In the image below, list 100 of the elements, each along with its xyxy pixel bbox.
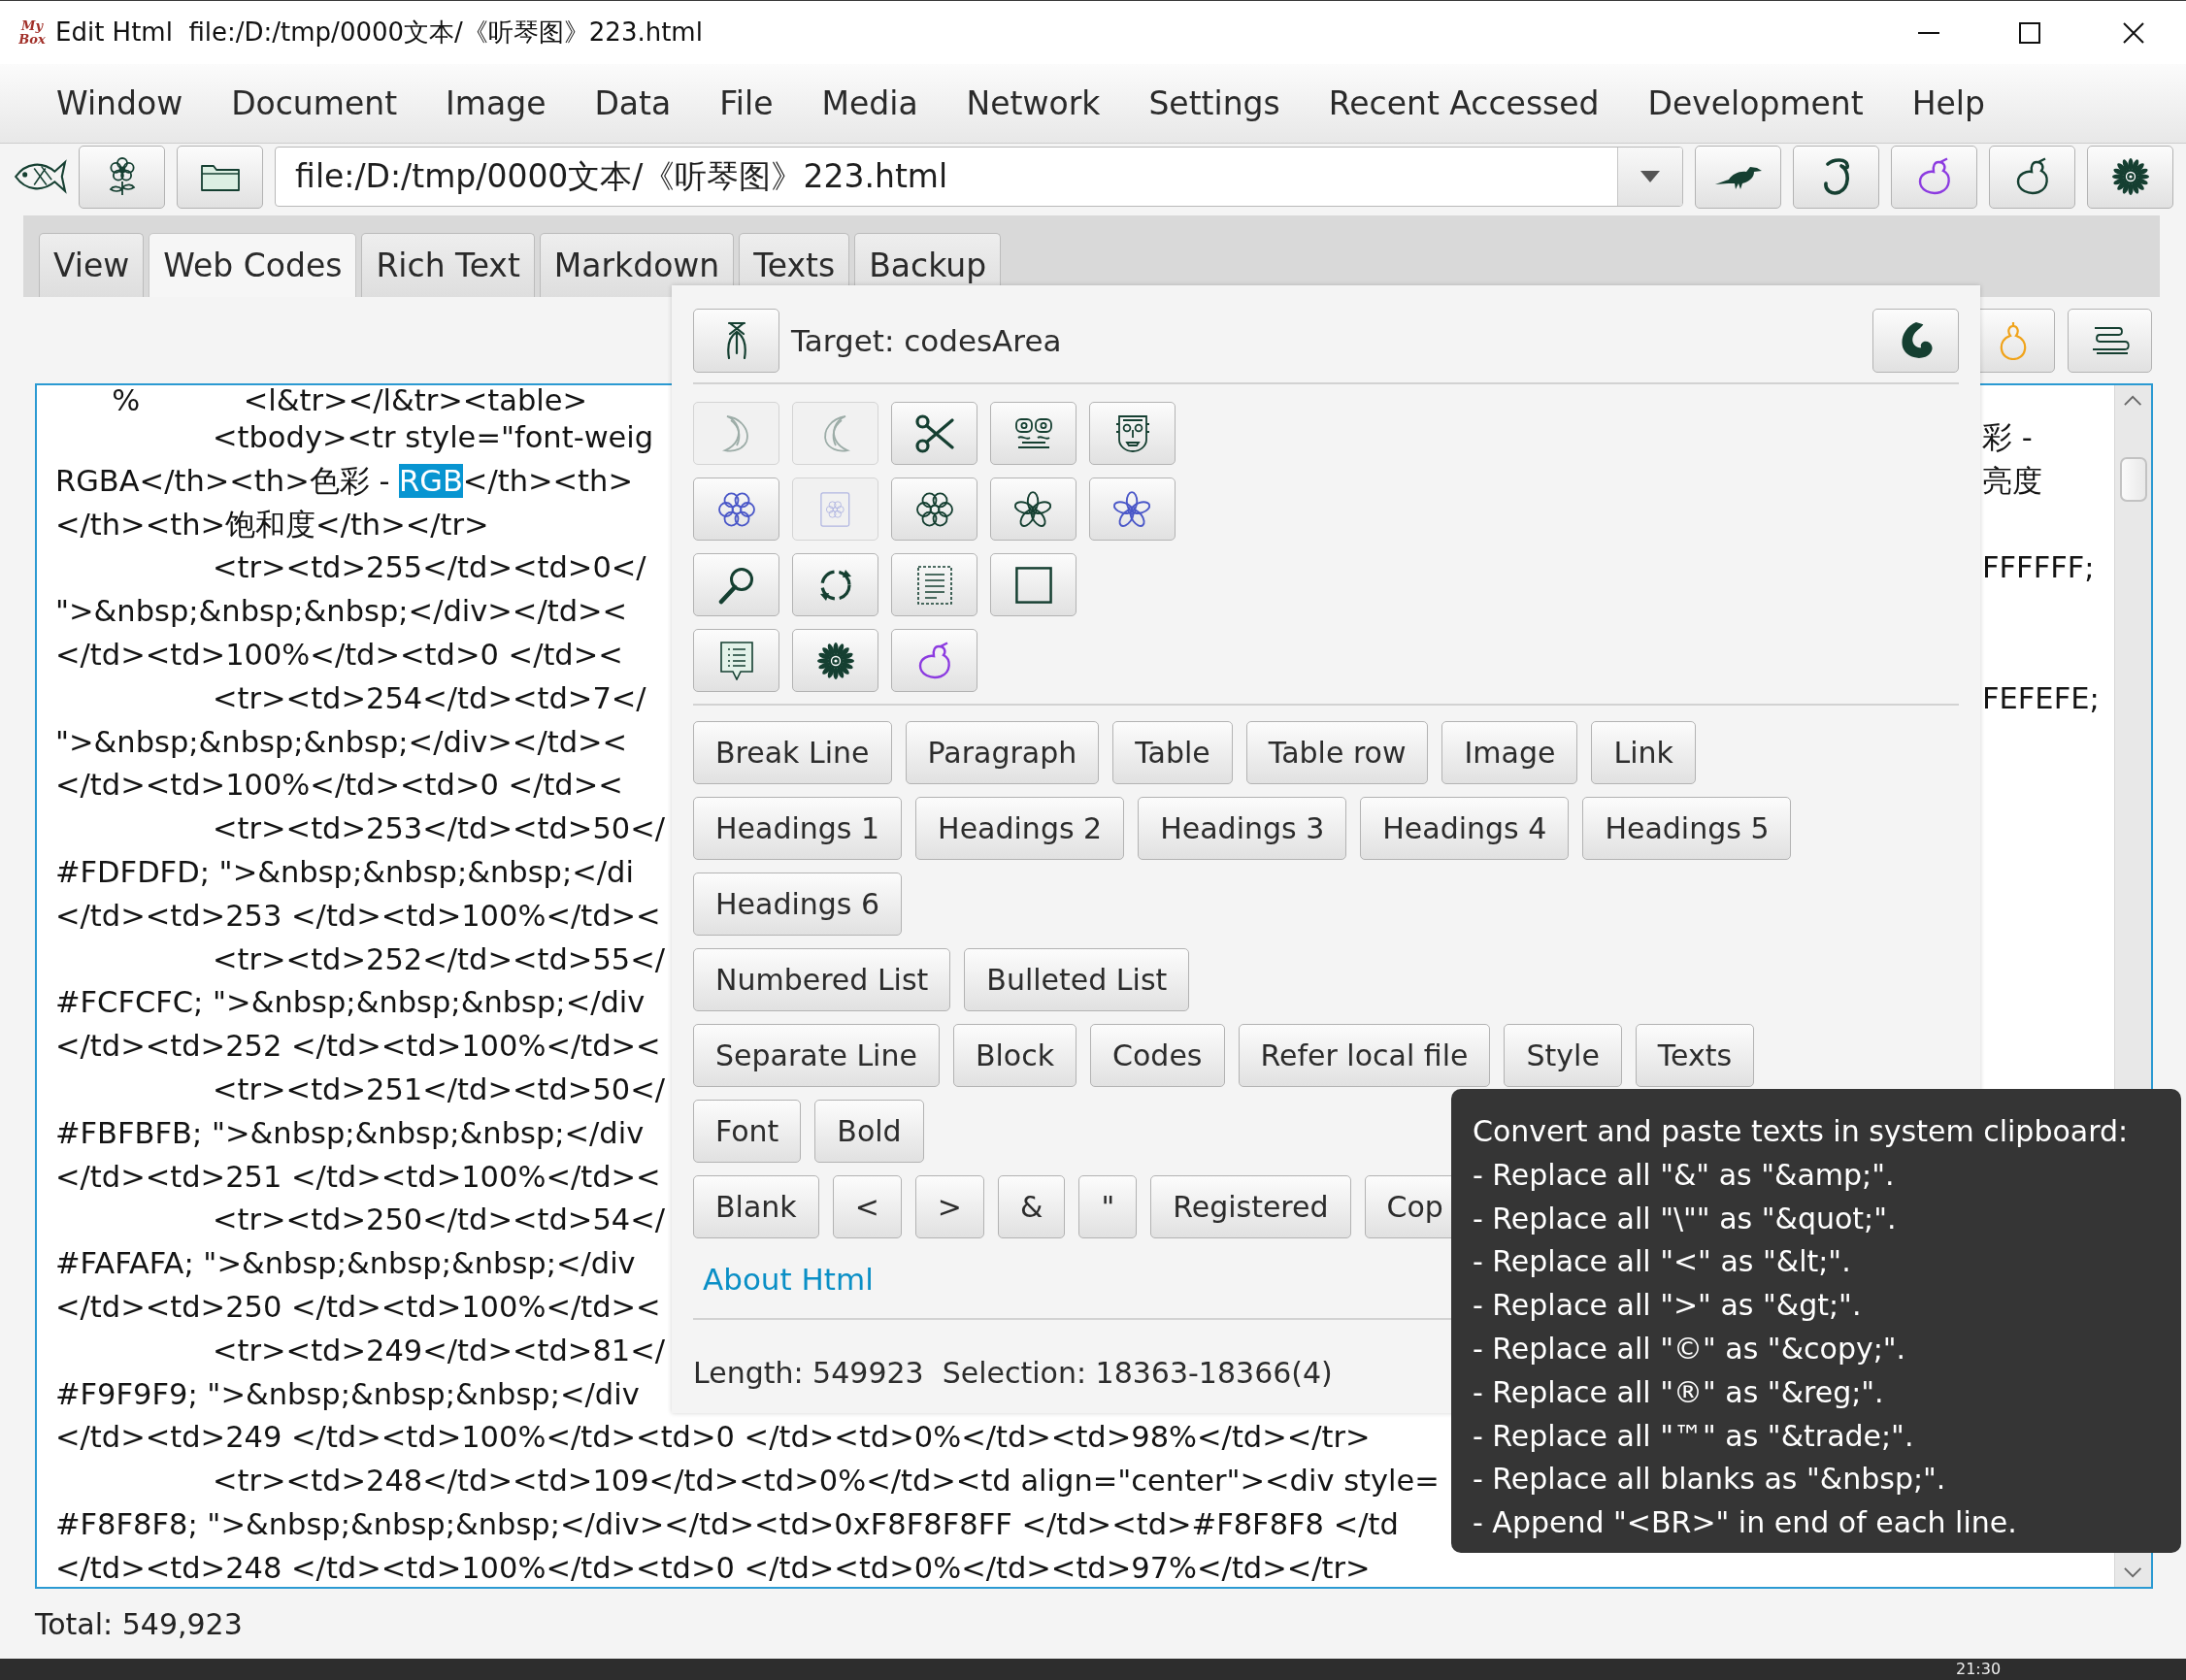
target-button[interactable] [693,309,779,373]
insert-button[interactable]: Bold [814,1100,924,1163]
code-text: </td><td>100%</td><td>0 </td>< [55,768,623,803]
insert-button[interactable]: < [832,1175,902,1238]
code-text: FEFEFE; [1982,679,2100,717]
tool-button[interactable] [792,629,878,692]
tab[interactable]: View [39,233,145,297]
tab[interactable]: Web Codes [149,233,357,297]
toolbar-button[interactable] [1891,145,1977,209]
insert-button[interactable]: Registered [1150,1175,1351,1238]
tool-button[interactable] [693,553,779,616]
menu-item[interactable]: File [695,64,798,143]
insert-button[interactable]: Table [1112,721,1233,784]
toolbar-button[interactable] [1793,145,1879,209]
tool-button[interactable] [1089,402,1176,465]
tool-button[interactable] [990,402,1076,465]
insert-button[interactable]: Break Line [693,721,892,784]
insert-button[interactable]: Headings 5 [1582,797,1792,860]
flower-icon [820,491,850,527]
target-label: Target: codesArea [791,323,1062,358]
flower-icon [1012,489,1054,529]
clock-text: 21:30 [1956,1660,2002,1679]
tab[interactable]: Rich Text [361,233,535,297]
insert-button[interactable]: Link [1591,721,1696,784]
pattern-icon [1013,416,1053,450]
scrollbar-thumb[interactable] [2119,457,2147,502]
tool-button[interactable] [1089,478,1176,541]
code-text: #FAFAFA; ">&nbsp;&nbsp;&nbsp;</div [55,1246,636,1281]
length-text: Length: 549923 Selection: 18363-18366(4) [693,1355,1333,1390]
insert-button[interactable]: Font [693,1100,802,1163]
code-text: #F8F8F8; ">&nbsp;&nbsp;&nbsp;</div></td><td>0xF8F8F8FF </td><td>#F8F8F8 </td [55,1506,1399,1541]
insert-button[interactable]: Style [1504,1024,1622,1087]
list-icon [916,565,952,605]
insert-button[interactable]: Table row [1245,721,1429,784]
insert-button[interactable]: > [914,1175,984,1238]
gourd-icon [2014,157,2050,196]
toolbar-button[interactable] [2087,145,2173,209]
menu-item[interactable]: Network [942,64,1125,143]
insert-button[interactable]: Separate Line [693,1024,940,1087]
menu-item[interactable]: Document [207,64,422,143]
insert-button[interactable]: Headings 2 [915,797,1125,860]
menu-item[interactable]: Window [32,64,208,143]
insert-button[interactable]: Headings 6 [693,873,903,936]
insert-button[interactable]: Block [952,1024,1077,1087]
toolbar-button[interactable] [2068,308,2152,373]
tool-button[interactable] [693,478,779,541]
menu-item[interactable]: Data [570,64,696,143]
tool-button[interactable] [792,553,878,616]
address-field[interactable]: file:/D:/tmp/0000文本/《听琴图》223.html [275,147,1683,207]
code-text: </td><td>248 </td><td>100%</td><td>0 </td><td>0%</td><td>97%</td></tr> [55,1550,1371,1585]
insert-button[interactable]: Image [1441,721,1578,784]
insert-button[interactable]: Bulleted List [964,948,1190,1011]
tool-button[interactable] [891,553,977,616]
insert-button[interactable]: Headings 3 [1138,797,1347,860]
insert-button[interactable]: & [997,1175,1066,1238]
tool-button[interactable] [891,629,977,692]
code-text: <tr><td>251</td><td>50</ [213,1071,666,1106]
menu-item[interactable]: Help [1887,64,2009,143]
menu-item[interactable]: Development [1623,64,1888,143]
code-text: </th><th> [462,463,633,498]
fish-icon[interactable] [14,159,68,194]
insert-button[interactable]: Codes [1090,1024,1225,1087]
insert-button[interactable]: Refer local file [1238,1024,1491,1087]
tab[interactable]: Markdown [539,233,735,297]
code-text: </td><td>250 </td><td>100%</td>< [55,1289,661,1324]
tool-button[interactable] [1872,309,1959,373]
code-text: <tr><td>249</td><td>81</ [213,1333,666,1367]
insert-button[interactable]: Texts [1635,1024,1755,1087]
code-text: 彩 - [1982,419,2033,456]
menu-item[interactable]: Image [421,64,571,143]
search-icon [717,565,755,605]
tool-button[interactable] [990,478,1076,541]
code-text: <tr><td>248</td><td>109</td><td>0%</td><td align="center"><div style= [213,1464,1440,1499]
tool-button[interactable] [693,629,779,692]
toolbar-button[interactable] [1695,145,1781,209]
code-text: #F9F9F9; ">&nbsp;&nbsp;&nbsp;</div [55,1376,640,1411]
insert-button[interactable]: Paragraph [905,721,1100,784]
insert-button[interactable]: Headings 1 [693,797,903,860]
menu-item[interactable]: Media [797,64,943,143]
toolbar-button[interactable] [1989,145,2075,209]
minimize-icon [1918,31,1939,34]
dropdown-button[interactable] [1617,148,1682,206]
menu-item[interactable]: Settings [1124,64,1305,143]
toolbar-button[interactable] [79,145,166,209]
tool-button[interactable] [990,553,1076,616]
tool-button[interactable] [891,478,977,541]
insert-button[interactable]: Numbered List [693,948,951,1011]
insert-button[interactable]: Headings 4 [1360,797,1570,860]
insert-button[interactable]: " [1078,1175,1138,1238]
code-text: #FCFCFC; ">&nbsp;&nbsp;&nbsp;</div [55,985,646,1020]
insert-button[interactable]: Blank [693,1175,819,1238]
code-text: </td><td>100%</td><td>0 </td>< [55,638,623,672]
code-text: #FDFDFD; ">&nbsp;&nbsp;&nbsp;</di [55,854,634,889]
code-text: % <l&tr></l&tr><table> [112,383,588,417]
tool-button[interactable] [891,402,977,465]
scissors-icon [914,413,954,453]
code-text: </td><td>251 </td><td>100%</td>< [55,1159,661,1194]
code-text: </td><td>249 </td><td>100%</td><td>0 </td><td>0%</td><td>98%</td></tr> [55,1420,1371,1455]
menu-item[interactable]: Recent Accessed [1304,64,1624,143]
toolbar-button[interactable] [177,145,264,209]
